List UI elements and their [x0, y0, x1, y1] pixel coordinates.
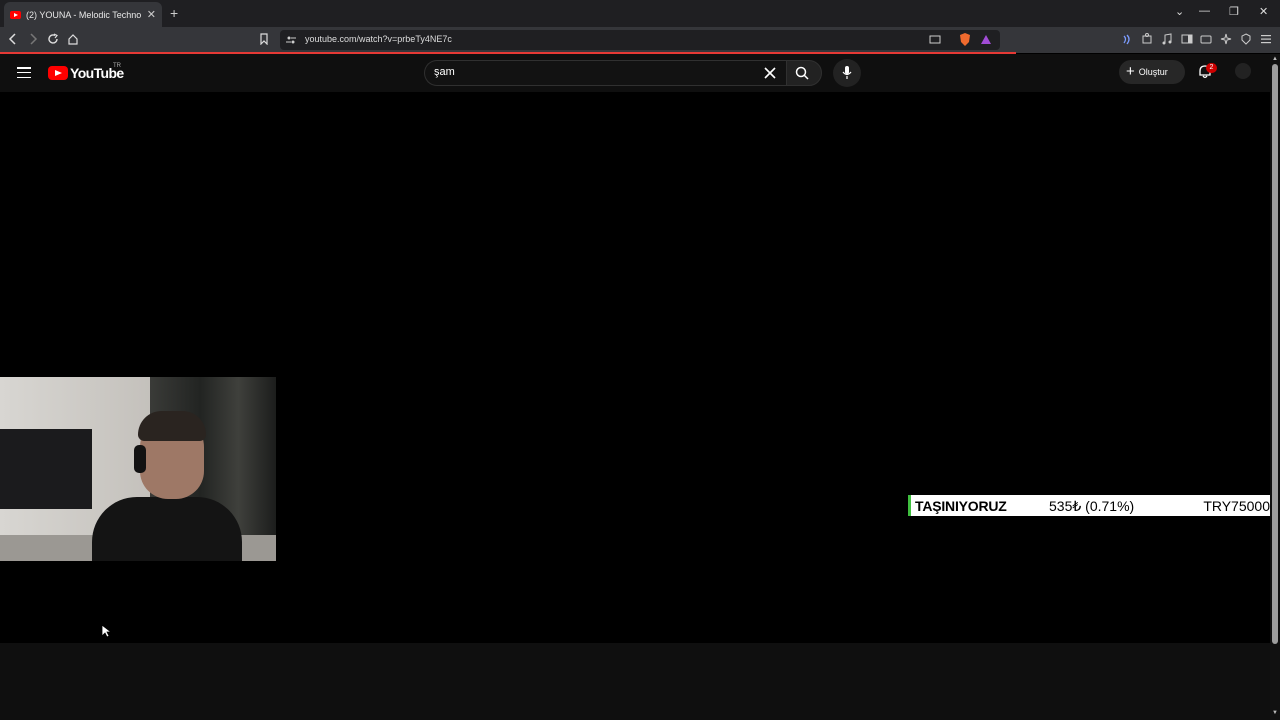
ticker-label: TAŞINIYORUZ: [915, 498, 1007, 514]
streamer-body: [92, 497, 242, 561]
home-icon[interactable]: [67, 33, 79, 45]
ai-sparkle-icon[interactable]: [1220, 33, 1232, 45]
region-code: TR: [113, 63, 121, 69]
browser-menu-icon[interactable]: [1260, 34, 1272, 44]
close-icon[interactable]: [764, 67, 776, 79]
background-tv: [0, 429, 92, 509]
ticker-value: 535₺ (0.71%): [1049, 498, 1135, 514]
forward-icon[interactable]: [28, 33, 38, 45]
media-icon[interactable]: [1161, 33, 1173, 45]
cast-icon[interactable]: [929, 35, 941, 45]
create-button[interactable]: + Oluştur: [1119, 60, 1185, 84]
tab-title: (2) YOUNA - Melodic Techno &: [26, 9, 143, 20]
bookmark-icon[interactable]: [259, 33, 269, 45]
url-text[interactable]: youtube.com/watch?v=prbeTy4NE7c: [305, 34, 452, 44]
leo-ai-icon[interactable]: [1121, 34, 1133, 45]
menu-icon[interactable]: [17, 67, 31, 78]
maximize-button[interactable]: ❐: [1229, 5, 1239, 18]
notification-badge: 2: [1206, 63, 1217, 73]
extensions-icon[interactable]: [1141, 33, 1153, 45]
vpn-icon[interactable]: [1240, 33, 1252, 45]
donation-ticker: TAŞINIYORUZ 535₺ (0.71%) TRY75000: [908, 495, 1270, 516]
tab-close-icon[interactable]: ✕: [147, 8, 156, 21]
avatar[interactable]: [1235, 63, 1251, 79]
browser-tab-active[interactable]: (2) YOUNA - Melodic Techno & ✕: [4, 2, 162, 27]
site-info-icon[interactable]: [286, 35, 296, 45]
reload-icon[interactable]: [47, 33, 59, 45]
youtube-logo-icon[interactable]: [48, 66, 68, 80]
wallet-icon[interactable]: [1200, 33, 1212, 45]
tab-search-icon[interactable]: ⌄: [1175, 5, 1184, 18]
browser-tab-bar: [0, 0, 1280, 27]
youtube-favicon-icon: [10, 10, 21, 19]
scroll-up-icon[interactable]: ▲: [1272, 56, 1278, 62]
ticker-price: TRY75000: [1203, 498, 1270, 514]
search-input-value[interactable]: şam: [434, 66, 455, 78]
mic-icon[interactable]: [842, 65, 852, 80]
sidebar-icon[interactable]: [1181, 33, 1193, 45]
plus-icon: +: [1126, 63, 1135, 80]
back-icon[interactable]: [8, 33, 18, 45]
search-input[interactable]: [424, 60, 786, 86]
minimize-button[interactable]: —: [1199, 5, 1210, 17]
webcam-overlay: [0, 377, 276, 561]
headset: [134, 445, 146, 473]
close-window-button[interactable]: ✕: [1259, 5, 1268, 18]
scroll-down-icon[interactable]: ▼: [1272, 710, 1278, 716]
new-tab-button[interactable]: +: [170, 5, 178, 21]
search-icon[interactable]: [795, 66, 809, 80]
mouse-cursor-icon: [101, 624, 111, 638]
brave-rewards-icon[interactable]: [980, 34, 992, 45]
create-label: Oluştur: [1138, 67, 1168, 77]
brave-shield-icon[interactable]: [958, 32, 972, 47]
page-below-player: [0, 643, 1270, 720]
scrollbar-thumb[interactable]: [1272, 64, 1278, 644]
